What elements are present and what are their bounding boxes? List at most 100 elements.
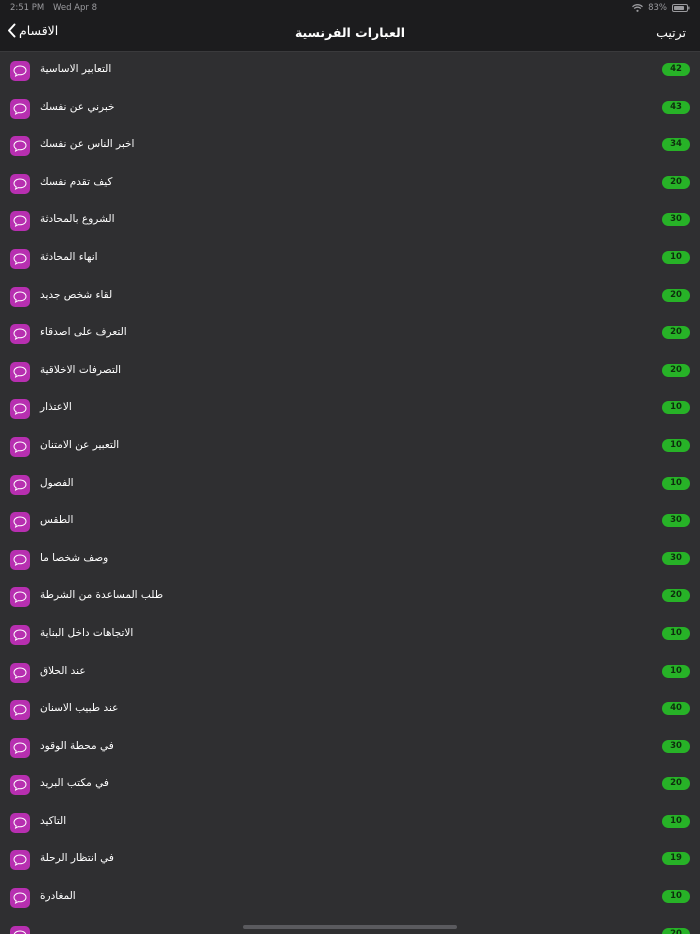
list-item-label: انهاء المحادثة	[40, 250, 98, 263]
chat-bubble-icon	[10, 61, 30, 81]
chat-bubble-icon	[10, 812, 30, 833]
list-item-label: في محطة الوقود	[40, 739, 114, 752]
count-badge: 10	[662, 438, 690, 452]
list-item-label: الطقس	[40, 514, 74, 527]
chat-bubble-icon	[10, 512, 30, 533]
chat-bubble-icon	[10, 248, 30, 269]
count-badge: 20	[662, 363, 690, 377]
count-badge: 30	[662, 739, 690, 753]
list-item[interactable]: الفصول 10	[0, 466, 700, 504]
list-item-label: التاكيد	[40, 814, 67, 827]
chat-bubble-icon	[10, 361, 30, 382]
list-item[interactable]: اخبر الناس عن نفسك 34	[0, 127, 700, 165]
battery-percent: 83%	[648, 3, 667, 13]
chat-bubble-icon	[10, 474, 30, 495]
chat-bubble-icon	[10, 286, 30, 307]
count-badge: 20	[662, 288, 690, 302]
list-item-label: الشروع بالمحادثة	[40, 213, 115, 226]
count-badge: 20	[662, 326, 690, 340]
list-item[interactable]: وصف شخصا ما 30	[0, 541, 700, 579]
sort-button[interactable]: ترتيب	[656, 25, 686, 40]
chat-bubble-icon	[10, 211, 30, 232]
list-item[interactable]: الاعتذار 10	[0, 390, 700, 428]
count-badge: 42	[662, 63, 690, 76]
chat-bubble-icon	[10, 737, 30, 758]
list-item[interactable]: في مكتب البريد 20	[0, 766, 700, 804]
chat-bubble-icon	[10, 850, 30, 871]
list-item-label: الاتجاهات داخل البناية	[40, 626, 134, 639]
list-item-label: الفصول	[40, 476, 74, 489]
list-item[interactable]: المغادرة 10	[0, 879, 700, 917]
list-item[interactable]: في انتظار الرحلة 19	[0, 841, 700, 879]
chat-bubble-icon	[10, 324, 30, 345]
count-badge: 10	[662, 476, 690, 490]
home-indicator[interactable]	[243, 925, 457, 929]
count-badge: 10	[662, 890, 690, 904]
count-badge: 20	[662, 927, 690, 934]
status-date: Wed Apr 8	[52, 3, 98, 13]
list-item-label: التصرفات الاخلاقية	[40, 363, 122, 376]
list-item[interactable]: التعبير عن الامتنان 10	[0, 428, 700, 466]
list-item-label: خبرني عن نفسك	[40, 100, 115, 113]
list-item[interactable]: عند طبيب الاسنان 40	[0, 691, 700, 729]
chat-bubble-icon	[10, 925, 30, 934]
list-item[interactable]: انهاء المحادثة 10	[0, 240, 700, 278]
chat-bubble-icon	[10, 888, 30, 909]
chat-bubble-icon	[10, 775, 30, 796]
count-badge: 10	[662, 664, 690, 678]
list-item[interactable]: الشروع بالمحادثة 30	[0, 202, 700, 240]
list-item-label: لقاء شخص جديد	[40, 288, 113, 301]
list-item-label: عند الحلاق	[40, 664, 86, 677]
count-badge: 30	[662, 514, 690, 528]
list-item-label: المغادرة	[40, 890, 76, 903]
list-item-label: ...	[40, 927, 51, 934]
count-badge: 10	[662, 814, 690, 828]
count-badge: 10	[662, 250, 690, 264]
list-item[interactable]: خبرني عن نفسك 43	[0, 90, 700, 128]
page-title: العبارات الفرنسية	[294, 25, 406, 40]
list-item[interactable]: عند الحلاق 10	[0, 654, 700, 692]
list-item[interactable]: التعرف على اصدقاء 20	[0, 315, 700, 353]
count-badge: 20	[662, 175, 690, 189]
count-badge: 34	[662, 138, 690, 152]
list-item-label: التعابير الاساسية	[40, 63, 112, 75]
list-item[interactable]: التعابير الاساسية 42	[0, 52, 700, 90]
chat-bubble-icon	[10, 587, 30, 608]
list-item-label: الاعتذار	[40, 401, 72, 414]
chat-bubble-icon	[10, 136, 30, 157]
list-item-label: التعرف على اصدقاء	[40, 326, 127, 339]
chat-bubble-icon	[10, 549, 30, 570]
count-badge: 30	[662, 551, 690, 565]
list-item[interactable]: كيف تقدم نفسك 20	[0, 165, 700, 203]
chat-bubble-icon	[10, 662, 30, 683]
list-item-label: اخبر الناس عن نفسك	[40, 138, 135, 151]
list-item[interactable]: طلب المساعدة من الشرطة 20	[0, 578, 700, 616]
list-item[interactable]: التاكيد 10	[0, 804, 700, 842]
chat-bubble-icon	[10, 436, 30, 457]
list-item-label: في انتظار الرحلة	[40, 852, 114, 865]
list-item[interactable]: لقاء شخص جديد 20	[0, 278, 700, 316]
chat-bubble-icon	[10, 98, 30, 119]
chat-bubble-icon	[10, 399, 30, 420]
list-item[interactable]: الطقس 30	[0, 503, 700, 541]
count-badge: 43	[662, 100, 690, 114]
list-item-label: كيف تقدم نفسك	[40, 175, 113, 188]
chat-bubble-icon	[10, 624, 30, 645]
wifi-icon	[632, 4, 644, 12]
count-badge: 10	[662, 626, 690, 640]
count-badge: 19	[662, 852, 690, 866]
status-time: 2:51 PM	[10, 3, 45, 13]
list-item-label: طلب المساعدة من الشرطة	[40, 589, 164, 602]
category-list: التعابير الاساسية 42 خبرني عن نفسك 43 اخبر ا…	[0, 52, 700, 934]
list-item[interactable]: الاتجاهات داخل البناية 10	[0, 616, 700, 654]
chat-bubble-icon	[10, 700, 30, 721]
count-badge: 30	[662, 213, 690, 227]
list-item[interactable]: التصرفات الاخلاقية 20	[0, 353, 700, 391]
list-item[interactable]: في محطة الوقود 30	[0, 729, 700, 767]
count-badge: 40	[662, 702, 690, 716]
count-badge: 20	[662, 777, 690, 791]
list-item-label: التعبير عن الامتنان	[40, 438, 120, 451]
chat-bubble-icon	[10, 173, 30, 194]
battery-icon	[672, 4, 690, 12]
list-item-label: في مكتب البريد	[40, 777, 109, 790]
